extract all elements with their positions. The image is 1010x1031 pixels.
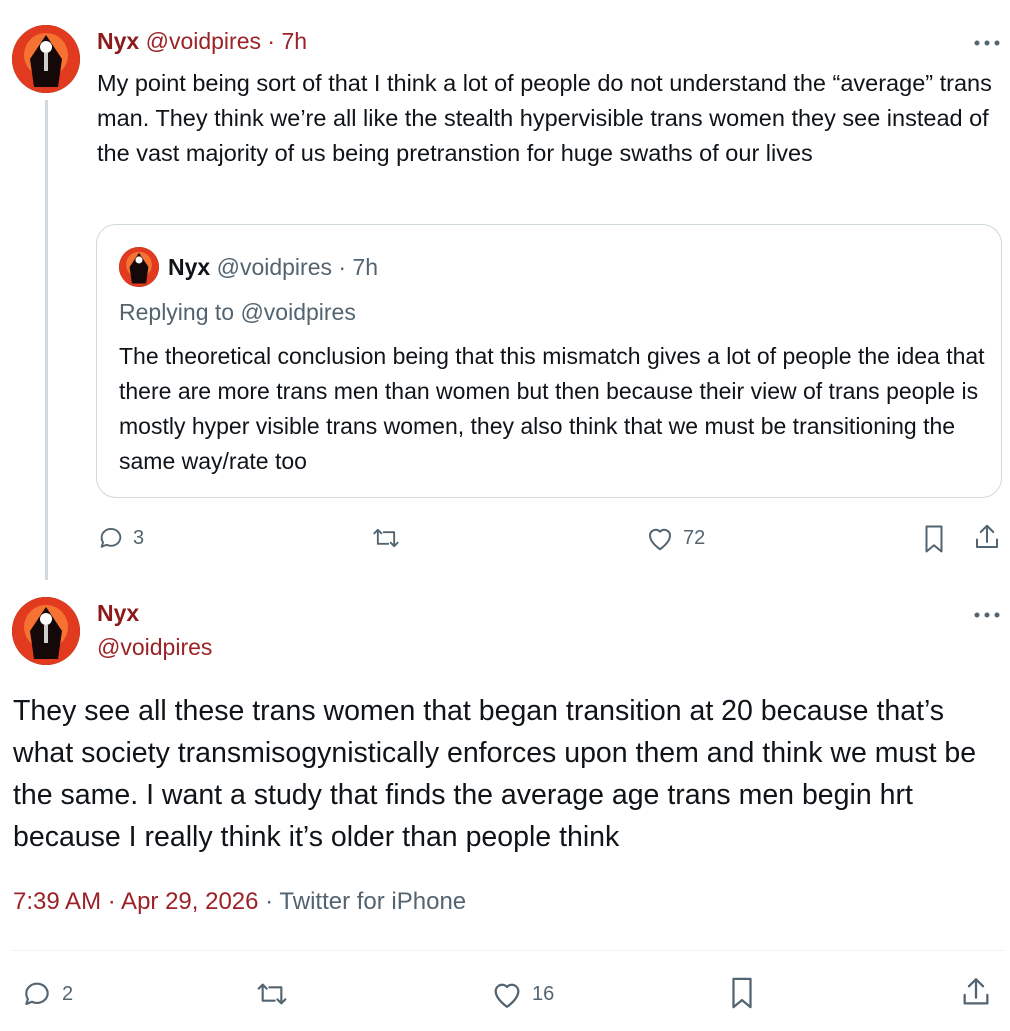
avatar[interactable] xyxy=(12,25,80,93)
quoted-author-name: Nyx xyxy=(168,254,211,280)
author-name[interactable]: Nyx xyxy=(97,28,139,54)
like-count: 72 xyxy=(683,526,706,549)
reply-button[interactable]: 3 xyxy=(97,524,144,552)
author-handle[interactable]: @voidpires xyxy=(146,28,261,54)
quoted-tweet-text: The theoretical conclusion being that th… xyxy=(119,343,985,474)
share-icon xyxy=(963,978,989,1005)
retweet-button[interactable] xyxy=(253,978,299,1010)
more-options-button[interactable] xyxy=(973,600,1001,626)
avatar-image xyxy=(12,25,80,93)
heart-icon xyxy=(649,528,671,551)
tweet-time[interactable]: · 7h xyxy=(267,28,307,54)
avatar-image xyxy=(12,597,80,665)
retweet-icon xyxy=(257,983,287,1005)
reply-count: 3 xyxy=(133,526,145,549)
like-button[interactable]: 72 xyxy=(645,524,705,552)
thread-connector-line xyxy=(45,100,48,580)
reply-icon xyxy=(25,982,49,1006)
bookmark-button[interactable] xyxy=(727,976,757,1010)
more-options-button[interactable] xyxy=(973,28,1001,54)
retweet-button[interactable] xyxy=(370,524,410,552)
avatar-image xyxy=(119,247,159,287)
quoted-author-handle: @voidpires xyxy=(216,254,332,280)
tweet-meta: 7:39 AM · Apr 29, 2026 · Twitter for iPh… xyxy=(13,888,466,916)
replying-to-label: Replying to @voidpires xyxy=(119,299,356,325)
quoted-tweet-header: Nyx @voidpires · 7h xyxy=(168,254,378,281)
bookmark-icon xyxy=(925,525,943,553)
quoted-tweet-card[interactable]: Nyx @voidpires · 7h Replying to @voidpir… xyxy=(96,224,1002,498)
share-button[interactable] xyxy=(959,975,993,1009)
heart-icon xyxy=(494,983,520,1008)
tweet-timestamp[interactable]: 7:39 AM · Apr 29, 2026 xyxy=(13,888,259,915)
reply-button[interactable]: 2 xyxy=(20,978,73,1010)
retweet-icon xyxy=(373,528,399,548)
reply-icon xyxy=(100,528,122,548)
quoted-avatar xyxy=(119,247,159,287)
like-count: 16 xyxy=(532,982,555,1005)
main-author-name[interactable]: Nyx xyxy=(97,600,139,627)
parent-tweet-text: My point being sort of that I think a lo… xyxy=(97,70,992,166)
more-horizontal-icon xyxy=(974,40,1000,46)
main-tweet-text: They see all these trans women that bega… xyxy=(13,695,977,853)
main-author-handle[interactable]: @voidpires xyxy=(97,634,212,661)
avatar[interactable] xyxy=(12,597,80,665)
share-button[interactable] xyxy=(972,522,1002,552)
divider xyxy=(12,950,1005,951)
bookmark-icon xyxy=(732,977,752,1009)
parent-tweet-header: Nyx @voidpires · 7h xyxy=(97,28,307,55)
like-button[interactable]: 16 xyxy=(490,978,554,1010)
bookmark-button[interactable] xyxy=(921,524,947,554)
reply-count: 2 xyxy=(62,982,74,1005)
tweet-source: · Twitter for iPhone xyxy=(265,888,467,915)
more-horizontal-icon xyxy=(974,612,1000,618)
quoted-tweet-time: · 7h xyxy=(338,254,379,280)
share-icon xyxy=(976,524,998,548)
